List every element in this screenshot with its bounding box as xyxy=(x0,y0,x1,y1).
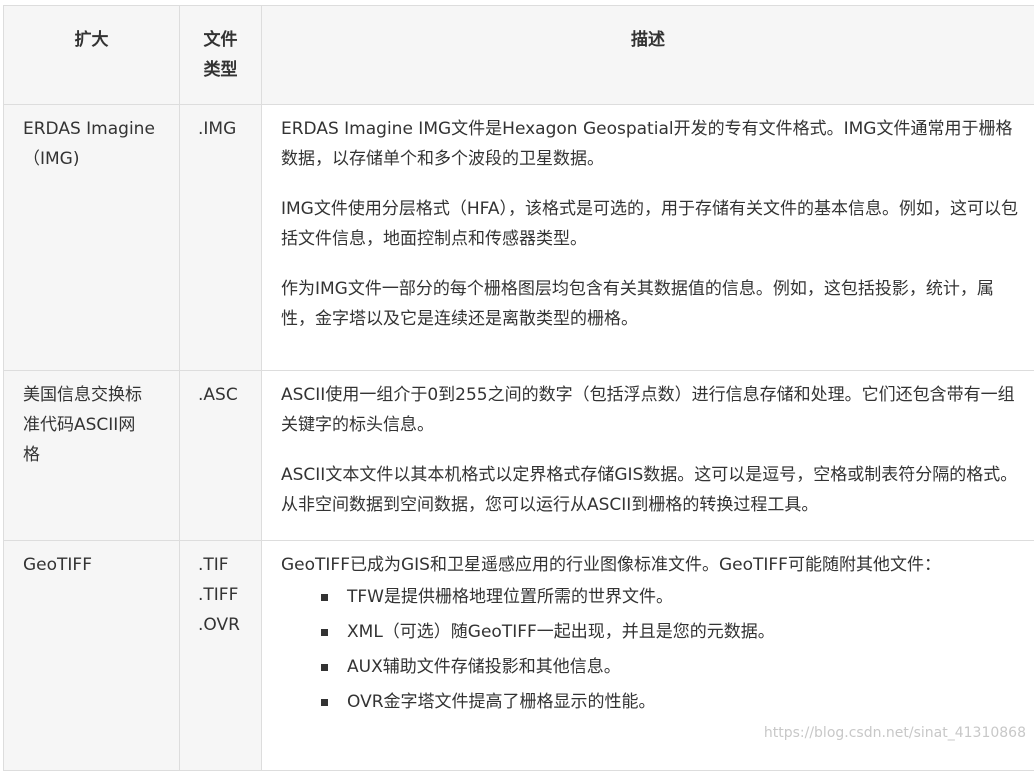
desc-paragraph: IMG文件使用分层格式（HFA），该格式是可选的，用于存储有关文件的基本信息。例… xyxy=(281,194,1020,254)
desc-paragraph: 作为IMG文件一部分的每个栅格图层均包含有关其数据值的信息。例如，这包括投影，统… xyxy=(281,274,1020,334)
type-text: .TIFF xyxy=(198,580,251,610)
type-text: .ASC xyxy=(198,380,251,410)
square-bullet-icon xyxy=(321,664,328,671)
list-item: AUX辅助文件存储投影和其他信息。 xyxy=(321,650,1020,685)
header-type-line2: 类型 xyxy=(190,55,251,85)
table-header-row: 扩大 文件 类型 描述 xyxy=(4,6,1034,105)
header-desc: 描述 xyxy=(262,6,1034,105)
list-item-text: TFW是提供栅格地理位置所需的世界文件。 xyxy=(347,587,673,607)
square-bullet-icon xyxy=(321,629,328,636)
ext-text: 美国信息交换标 xyxy=(23,380,169,410)
table-row: ERDAS Imagine （IMG) .IMG ERDAS Imagine I… xyxy=(4,105,1034,371)
header-type-line1: 文件 xyxy=(190,25,251,55)
formats-table: 扩大 文件 类型 描述 ERDAS Imagine （IMG) .IMG ERD… xyxy=(3,5,1034,771)
cell-ext: ERDAS Imagine （IMG) xyxy=(4,105,180,371)
list-item-text: XML（可选）随GeoTIFF一起出现，并且是您的元数据。 xyxy=(347,622,775,642)
cell-ext: 美国信息交换标 准代码ASCII网 格 xyxy=(4,371,180,541)
square-bullet-icon xyxy=(321,594,328,601)
table-row: 美国信息交换标 准代码ASCII网 格 .ASC ASCII使用一组介于0到25… xyxy=(4,371,1034,541)
watermark: https://blog.csdn.net/sinat_41310868 xyxy=(764,725,1026,741)
list-item: TFW是提供栅格地理位置所需的世界文件。 xyxy=(321,580,1020,615)
type-text: .IMG xyxy=(198,114,251,144)
header-type: 文件 类型 xyxy=(180,6,262,105)
desc-paragraph: ERDAS Imagine IMG文件是Hexagon Geospatial开发… xyxy=(281,114,1020,174)
cell-ext: GeoTIFF xyxy=(4,541,180,771)
desc-paragraph: ASCII文本文件以其本机格式以定界格式存储GIS数据。这可以是逗号，空格或制表… xyxy=(281,460,1020,520)
cell-type: .TIF .TIFF .OVR xyxy=(180,541,262,771)
type-text: .TIF xyxy=(198,550,251,580)
header-ext: 扩大 xyxy=(4,6,180,105)
ext-text: （IMG) xyxy=(23,144,169,174)
list-item-text: OVR金字塔文件提高了栅格显示的性能。 xyxy=(347,692,656,712)
list-item: OVR金字塔文件提高了栅格显示的性能。 xyxy=(321,685,1020,720)
desc-paragraph: ASCII使用一组介于0到255之间的数字（包括浮点数）进行信息存储和处理。它们… xyxy=(281,380,1020,440)
ext-text: ERDAS Imagine xyxy=(23,114,169,144)
list-item: XML（可选）随GeoTIFF一起出现，并且是您的元数据。 xyxy=(321,615,1020,650)
list-item-text: AUX辅助文件存储投影和其他信息。 xyxy=(347,657,621,677)
cell-type: .IMG xyxy=(180,105,262,371)
ext-text: 格 xyxy=(23,440,169,470)
ext-text: 准代码ASCII网 xyxy=(23,410,169,440)
cell-desc: ASCII使用一组介于0到255之间的数字（包括浮点数）进行信息存储和处理。它们… xyxy=(262,371,1034,541)
cell-desc: ERDAS Imagine IMG文件是Hexagon Geospatial开发… xyxy=(262,105,1034,371)
cell-type: .ASC xyxy=(180,371,262,541)
desc-intro: GeoTIFF已成为GIS和卫星遥感应用的行业图像标准文件。GeoTIFF可能随… xyxy=(281,550,1020,580)
square-bullet-icon xyxy=(321,699,328,706)
bullet-list: TFW是提供栅格地理位置所需的世界文件。 XML（可选）随GeoTIFF一起出现… xyxy=(281,580,1020,720)
ext-text: GeoTIFF xyxy=(23,550,169,580)
type-text: .OVR xyxy=(198,610,251,640)
